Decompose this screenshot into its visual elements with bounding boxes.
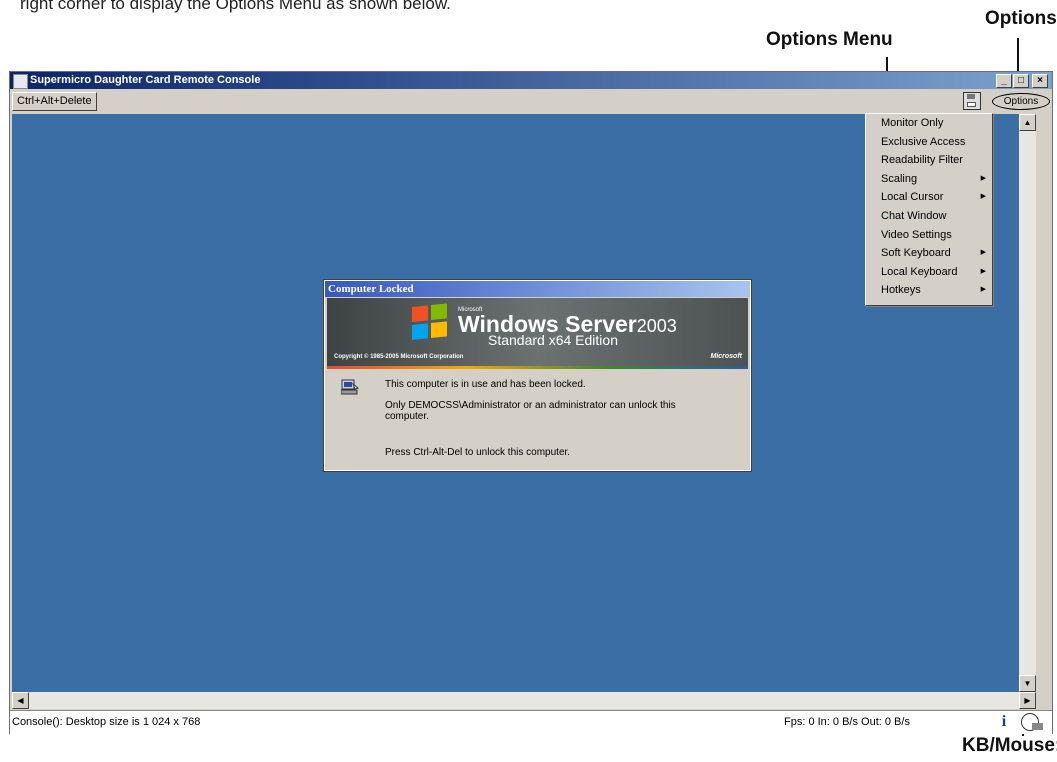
computer-locked-dialog: Computer Locked Microsoft Windows Server… bbox=[323, 279, 752, 472]
options-menu-callout-label: Options Menu bbox=[766, 29, 893, 50]
toolbar: Ctrl+Alt+Delete Options bbox=[10, 89, 1052, 112]
submenu-arrow-icon: ▶ bbox=[980, 286, 986, 294]
keyboard-indicator-icon bbox=[1032, 723, 1043, 730]
microsoft-logo: Microsoft bbox=[710, 353, 743, 360]
locked-message: This computer is in use and has been loc… bbox=[385, 379, 586, 390]
menu-item-soft-keyboard[interactable]: Soft Keyboard ▶ bbox=[866, 244, 992, 263]
menu-item-monitor-only[interactable]: Monitor Only bbox=[866, 114, 992, 133]
close-button[interactable]: × bbox=[1032, 74, 1048, 88]
menu-item-video-settings[interactable]: Video Settings bbox=[866, 226, 992, 245]
vertical-scrollbar[interactable]: ▲ ▼ bbox=[1019, 114, 1036, 692]
window-title: Supermicro Daughter Card Remote Console bbox=[30, 74, 261, 86]
banner-edition: Standard x64 Edition bbox=[488, 332, 618, 348]
maximize-button[interactable]: □ bbox=[1013, 74, 1029, 88]
java-app-icon bbox=[13, 74, 28, 89]
unlock-permission-message: Only DEMOCSS\Administrator or an adminis… bbox=[385, 400, 676, 422]
options-callout-label: Options bbox=[985, 8, 1057, 29]
windows-server-banner: Microsoft Windows Server2003 Standard x6… bbox=[327, 298, 748, 366]
banner-copyright: Copyright © 1985-2005 Microsoft Corporat… bbox=[334, 354, 464, 360]
console-status-text: Console(): Desktop size is 1 024 x 768 bbox=[12, 716, 201, 728]
window-titlebar[interactable]: Supermicro Daughter Card Remote Console … bbox=[10, 72, 1052, 89]
intro-text: right corner to display the Options Menu… bbox=[20, 0, 451, 13]
submenu-arrow-icon: ▶ bbox=[980, 249, 986, 257]
menu-item-exclusive-access[interactable]: Exclusive Access bbox=[866, 133, 992, 152]
menu-item-chat-window[interactable]: Chat Window bbox=[866, 207, 992, 226]
banner-color-strip bbox=[327, 366, 748, 369]
info-icon[interactable]: i bbox=[996, 714, 1012, 730]
menu-item-local-cursor[interactable]: Local Cursor ▶ bbox=[866, 188, 992, 207]
locked-computer-icon bbox=[341, 379, 359, 395]
scroll-down-button[interactable]: ▼ bbox=[1019, 675, 1036, 692]
submenu-arrow-icon: ▶ bbox=[980, 193, 986, 201]
menu-item-local-keyboard[interactable]: Local Keyboard ▶ bbox=[866, 263, 992, 282]
menu-item-readability-filter[interactable]: Readability Filter bbox=[866, 151, 992, 170]
status-bar: Console(): Desktop size is 1 024 x 768 F… bbox=[10, 710, 1052, 734]
kb-mouse-callout-label: KB/Mouse: bbox=[962, 735, 1057, 756]
unlock-instruction: Press Ctrl-Alt-Del to unlock this comput… bbox=[385, 447, 571, 458]
submenu-arrow-icon: ▶ bbox=[980, 267, 986, 275]
save-icon[interactable] bbox=[963, 92, 981, 110]
horizontal-scrollbar[interactable]: ◀ ▶ bbox=[12, 692, 1036, 709]
throughput-status-text: Fps: 0 In: 0 B/s Out: 0 B/s bbox=[784, 716, 910, 728]
scroll-up-button[interactable]: ▲ bbox=[1019, 114, 1036, 131]
options-callout-line bbox=[1017, 38, 1019, 72]
dialog-title: Computer Locked bbox=[325, 281, 750, 297]
scroll-left-button[interactable]: ◀ bbox=[12, 692, 29, 709]
ctrl-alt-delete-button[interactable]: Ctrl+Alt+Delete bbox=[12, 92, 97, 111]
menu-item-hotkeys[interactable]: Hotkeys ▶ bbox=[866, 281, 992, 300]
windows-flag-logo-icon bbox=[412, 303, 450, 343]
options-menu: Monitor Only Exclusive Access Readabilit… bbox=[865, 113, 993, 306]
menu-item-scaling[interactable]: Scaling ▶ bbox=[866, 170, 992, 189]
scroll-right-button[interactable]: ▶ bbox=[1019, 692, 1036, 709]
submenu-arrow-icon: ▶ bbox=[980, 174, 986, 182]
options-button[interactable]: Options bbox=[992, 93, 1050, 110]
minimize-button[interactable]: _ bbox=[996, 74, 1012, 88]
